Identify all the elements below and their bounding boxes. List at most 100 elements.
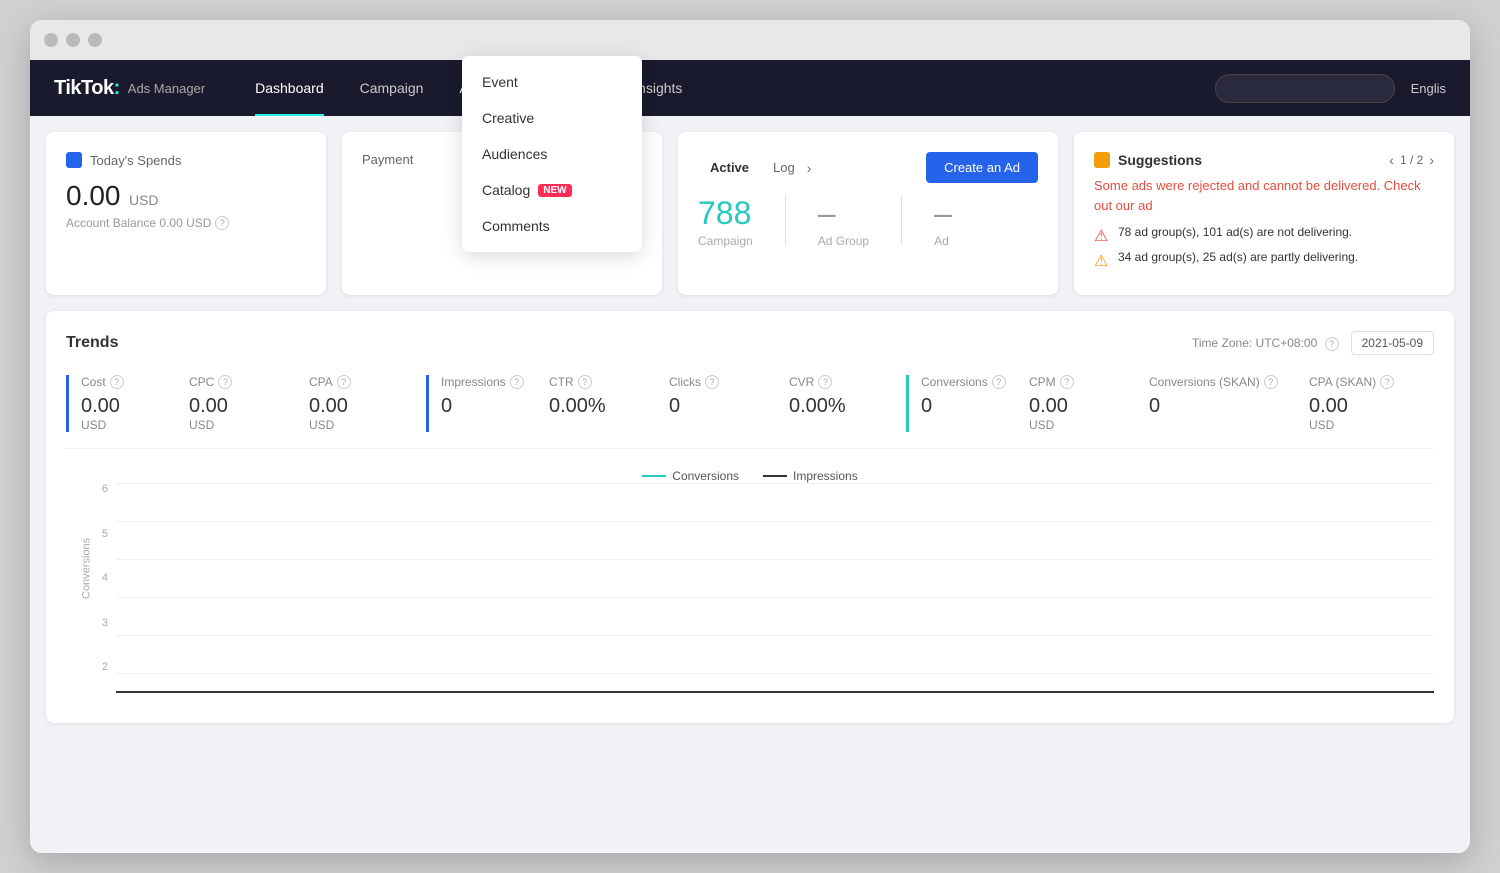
search-input[interactable]	[1215, 74, 1395, 103]
spends-title: Today's Spends	[90, 153, 181, 168]
navbar: TikTok: Ads Manager Dashboard Campaign A…	[30, 60, 1470, 116]
metric-cpc-info[interactable]: ?	[218, 375, 232, 389]
spends-amount: 0.00	[66, 180, 121, 211]
nav-dashboard[interactable]: Dashboard	[237, 60, 342, 116]
metric-clicks-info[interactable]: ?	[705, 375, 719, 389]
y-label-3: 3	[102, 617, 116, 629]
metric-impressions-info[interactable]: ?	[510, 375, 524, 389]
metric-ctr-label: CTR ?	[549, 375, 650, 389]
legend-conversions: Conversions	[642, 469, 739, 483]
metric-cpc-unit: USD	[189, 418, 290, 432]
dropdown-creative[interactable]: Creative	[462, 100, 642, 136]
spends-currency: USD	[129, 192, 159, 208]
metric-cpa-unit: USD	[309, 418, 410, 432]
metric-cost-value: 0.00	[81, 395, 170, 418]
campaigns-card: Active Log › Create an Ad 788 Campaign –…	[678, 132, 1058, 295]
dropdown-catalog-label: Catalog	[482, 182, 530, 198]
y-label-5: 5	[102, 528, 116, 540]
maximize-btn[interactable]	[88, 33, 102, 47]
timezone-info-icon[interactable]: ?	[1325, 337, 1339, 351]
metric-cost-unit: USD	[81, 418, 170, 432]
metric-conversions-info[interactable]: ?	[992, 375, 1006, 389]
metric-conversions-skan-value: 0	[1149, 395, 1290, 418]
metric-cpm-value: 0.00	[1029, 395, 1130, 418]
metric-cpa-skan-value: 0.00	[1309, 395, 1430, 418]
nav-campaign[interactable]: Campaign	[342, 60, 442, 116]
metric-impressions-value: 0	[441, 395, 530, 418]
titlebar	[30, 20, 1470, 60]
stat-divider-1	[785, 195, 786, 245]
spends-card: Today's Spends 0.00 USD Account Balance …	[46, 132, 326, 295]
metric-ctr-info[interactable]: ?	[578, 375, 592, 389]
metric-conversions-skan: Conversions (SKAN) ? 0	[1146, 375, 1306, 432]
metric-ctr: CTR ? 0.00%	[546, 375, 666, 432]
metric-cvr: CVR ? 0.00%	[786, 375, 906, 432]
dropdown-event[interactable]: Event	[462, 64, 642, 100]
payment-title: Payment	[362, 152, 413, 167]
metric-cpa-skan-info[interactable]: ?	[1380, 375, 1394, 389]
campaign-tabs: Active Log ›	[698, 156, 811, 179]
chart-y-title: Conversions	[81, 538, 93, 599]
metric-cpa-value: 0.00	[309, 395, 410, 418]
suggestions-icon	[1094, 152, 1110, 168]
balance-info-icon[interactable]: ?	[215, 216, 229, 230]
dropdown-catalog[interactable]: Catalog NEW	[462, 172, 642, 208]
metric-cpc-label: CPC ?	[189, 375, 290, 389]
brand-logo: TikTok:	[54, 77, 120, 100]
minimize-btn[interactable]	[66, 33, 80, 47]
dropdown-audiences[interactable]: Audiences	[462, 136, 642, 172]
metric-cpa-info[interactable]: ?	[337, 375, 351, 389]
next-page-btn[interactable]: ›	[1429, 152, 1434, 168]
warning-1: ⚠ 78 ad group(s), 101 ad(s) are not deli…	[1094, 225, 1434, 242]
prev-page-btn[interactable]: ‹	[1389, 152, 1394, 168]
new-badge: NEW	[538, 184, 571, 197]
dropdown-event-label: Event	[482, 74, 518, 90]
suggestions-title: Suggestions	[1118, 152, 1202, 168]
tab-log[interactable]: Log	[761, 156, 807, 179]
stat-ad-label: Ad	[934, 234, 952, 248]
nav-links: Dashboard Campaign Assets Reporting Insi…	[237, 60, 1214, 116]
main-content: Today's Spends 0.00 USD Account Balance …	[30, 116, 1470, 853]
metric-cpm-info[interactable]: ?	[1060, 375, 1074, 389]
metric-clicks-label: Clicks ?	[669, 375, 770, 389]
log-arrow: ›	[807, 160, 812, 176]
spends-balance: Account Balance 0.00 USD ?	[66, 216, 306, 230]
metric-conversions-label: Conversions ?	[921, 375, 1010, 389]
spends-header: Today's Spends	[66, 152, 306, 168]
search-container	[1215, 74, 1395, 103]
dropdown-audiences-label: Audiences	[482, 146, 547, 162]
chart-legend: Conversions Impressions	[66, 469, 1434, 483]
stat-divider-2	[901, 195, 902, 245]
trends-meta: Time Zone: UTC+08:00 ? 2021-05-09	[1192, 331, 1434, 355]
warning-1-text: 78 ad group(s), 101 ad(s) are not delive…	[1118, 225, 1352, 239]
legend-line-conversions	[642, 475, 666, 477]
y-label-6: 6	[102, 483, 116, 495]
metric-ctr-value: 0.00%	[549, 395, 650, 418]
language-selector[interactable]: Englis	[1411, 81, 1446, 96]
metric-skan-info[interactable]: ?	[1264, 375, 1278, 389]
legend-impressions: Impressions	[763, 469, 858, 483]
tab-active[interactable]: Active	[698, 156, 761, 179]
stat-adgroup-value: –	[818, 195, 869, 232]
brand-subtitle: Ads Manager	[128, 81, 205, 96]
stat-ad: – Ad	[934, 195, 952, 248]
metric-cost-info[interactable]: ?	[110, 375, 124, 389]
brand-dot: :	[114, 77, 120, 99]
legend-line-impressions	[763, 475, 787, 477]
stat-adgroup-label: Ad Group	[818, 234, 869, 248]
metric-conversions: Conversions ? 0	[906, 375, 1026, 432]
metric-clicks: Clicks ? 0	[666, 375, 786, 432]
date-picker[interactable]: 2021-05-09	[1351, 331, 1434, 355]
dropdown-comments[interactable]: Comments	[462, 208, 642, 244]
metric-cvr-info[interactable]: ?	[818, 375, 832, 389]
metric-cpm-label: CPM ?	[1029, 375, 1130, 389]
stat-adgroup: – Ad Group	[818, 195, 869, 248]
metric-cpa-skan-label: CPA (SKAN) ?	[1309, 375, 1430, 389]
timezone-label: Time Zone: UTC+08:00 ?	[1192, 336, 1339, 351]
close-btn[interactable]	[44, 33, 58, 47]
metric-cpc: CPC ? 0.00 USD	[186, 375, 306, 432]
warning-icon: ⚠	[1094, 251, 1110, 267]
timezone-text: Time Zone: UTC+08:00	[1192, 336, 1317, 350]
create-ad-button[interactable]: Create an Ad	[926, 152, 1038, 183]
spends-icon	[66, 152, 82, 168]
